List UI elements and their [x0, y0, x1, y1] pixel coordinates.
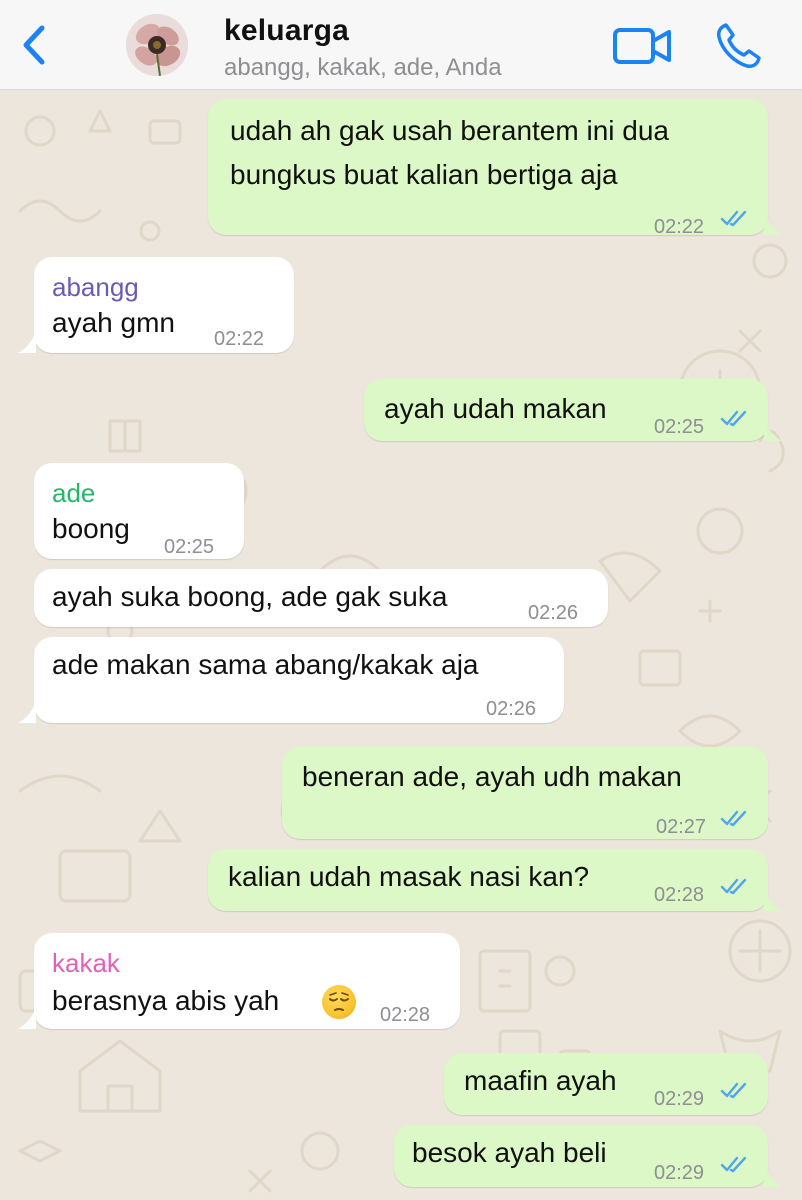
message-time: 02:29	[654, 1162, 705, 1184]
bubble-tail	[18, 331, 36, 353]
message-bubble-incoming[interactable]: kakak berasnya abis yah 02:28	[34, 933, 460, 1029]
message-list[interactable]: udah ah gak usah berantem ini dua bungku…	[0, 91, 802, 1200]
message-text: ayah udah makan	[384, 393, 607, 424]
message-time: 02:26	[528, 602, 579, 624]
read-receipt-icon	[720, 410, 747, 427]
read-receipt-icon	[720, 210, 747, 227]
sender-name[interactable]: ade	[52, 473, 95, 513]
message-text: berasnya abis yah	[52, 985, 280, 1016]
bubble-tail	[764, 213, 782, 235]
message-text: udah ah gak usah berantem ini dua	[230, 115, 669, 146]
message-time: 02:26	[486, 698, 537, 720]
sender-name[interactable]: kakak	[52, 943, 120, 983]
phone-call-icon[interactable]	[714, 22, 764, 70]
message-bubble-incoming[interactable]: ade boong 02:25	[34, 463, 244, 559]
sender-name[interactable]: abangg	[52, 267, 139, 307]
message-bubble-outgoing[interactable]: ayah udah makan 02:25	[364, 379, 768, 441]
message-bubble-outgoing[interactable]: udah ah gak usah berantem ini dua bungku…	[208, 99, 768, 238]
message-text: maafin ayah	[464, 1065, 617, 1096]
message-time: 02:27	[656, 816, 707, 838]
message-bubble-incoming[interactable]: abangg ayah gmn 02:22	[34, 257, 294, 353]
message-bubble-outgoing[interactable]: kalian udah masak nasi kan? 02:28	[208, 849, 768, 911]
message-time: 02:29	[654, 1088, 705, 1110]
bubble-tail	[764, 419, 782, 441]
message-bubble-outgoing[interactable]: besok ayah beli 02:29	[394, 1125, 768, 1187]
message-text: ade makan sama abang/kakak aja	[52, 649, 479, 680]
message-time: 02:28	[654, 884, 705, 906]
bubble-tail	[764, 889, 782, 911]
message-text: boong	[52, 513, 130, 544]
message-text: beneran ade, ayah udh makan	[302, 761, 682, 792]
message-time: 02:25	[164, 536, 215, 558]
message-time: 02:22	[214, 328, 265, 350]
message-text: bungkus buat kalian bertiga aja	[230, 159, 618, 190]
read-receipt-icon	[720, 810, 747, 827]
message-bubble-outgoing[interactable]: beneran ade, ayah udh makan 02:27	[282, 747, 768, 839]
message-bubble-incoming[interactable]: ayah suka boong, ade gak suka 02:26	[34, 569, 608, 627]
read-receipt-icon	[720, 878, 747, 895]
bubble-tail	[18, 1007, 36, 1029]
group-avatar[interactable]	[126, 14, 188, 76]
pensive-face-emoji	[322, 985, 356, 1019]
video-call-icon[interactable]	[612, 26, 674, 66]
chat-header: keluarga abangg, kakak, ade, Anda	[0, 0, 802, 90]
message-bubble-incoming[interactable]: ade makan sama abang/kakak aja 02:26	[34, 637, 564, 723]
back-chevron-icon[interactable]	[16, 22, 52, 68]
chat-title[interactable]: keluarga	[224, 14, 349, 48]
read-receipt-icon	[720, 1082, 747, 1099]
message-time: 02:25	[654, 416, 705, 438]
chat-participants[interactable]: abangg, kakak, ade, Anda	[224, 54, 502, 82]
message-bubble-outgoing[interactable]: maafin ayah 02:29	[444, 1053, 768, 1115]
bubble-tail	[18, 701, 36, 723]
pensive-face-icon	[329, 992, 349, 1011]
bubble-tail	[764, 1165, 782, 1187]
flower-avatar-image	[126, 14, 188, 76]
message-time: 02:28	[380, 1004, 431, 1026]
message-time: 02:22	[654, 216, 705, 238]
message-text: ayah suka boong, ade gak suka	[52, 581, 448, 612]
message-text: ayah gmn	[52, 307, 175, 338]
read-receipt-icon	[720, 1156, 747, 1173]
message-text: kalian udah masak nasi kan?	[228, 861, 590, 892]
message-text: besok ayah beli	[412, 1137, 607, 1168]
